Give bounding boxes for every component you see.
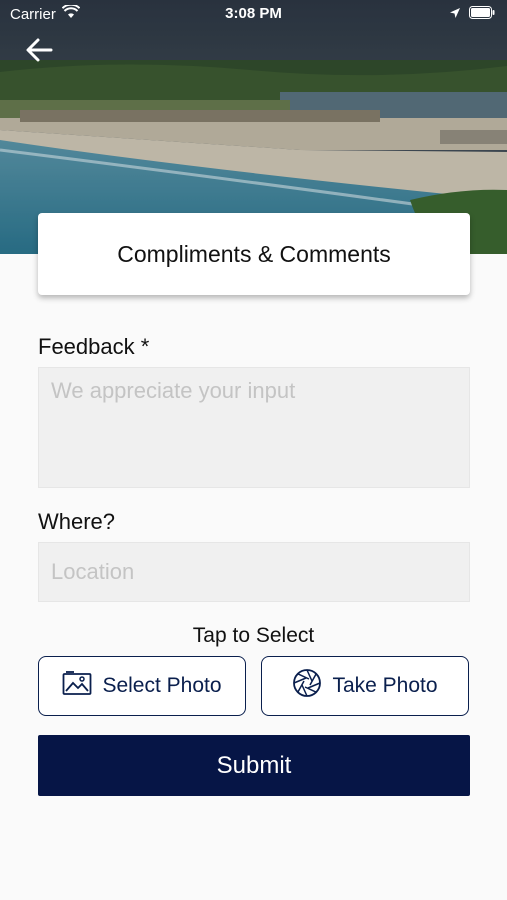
select-photo-button[interactable]: Select Photo — [38, 656, 246, 716]
image-icon — [62, 670, 92, 702]
clock: 3:08 PM — [225, 5, 282, 22]
feedback-label: Feedback * — [38, 334, 150, 359]
location-input[interactable] — [38, 542, 470, 602]
tap-to-select-label: Tap to Select — [192, 624, 315, 647]
location-arrow-icon — [449, 6, 461, 23]
where-label: Where? — [38, 509, 116, 534]
take-photo-button[interactable]: Take Photo — [261, 656, 469, 716]
camera-shutter-icon — [292, 668, 322, 704]
page-title-card: Compliments & Comments — [38, 213, 470, 295]
status-bar: Carrier 3:08 PM — [0, 0, 507, 28]
feedback-textarea[interactable] — [38, 367, 470, 488]
submit-label: Submit — [216, 751, 292, 779]
back-arrow-icon[interactable] — [24, 35, 56, 65]
battery-icon — [469, 6, 495, 23]
page-title: Compliments & Comments — [117, 240, 391, 267]
submit-button[interactable]: Submit — [38, 735, 470, 796]
select-photo-label: Select Photo — [102, 674, 222, 697]
take-photo-label: Take Photo — [332, 674, 438, 697]
